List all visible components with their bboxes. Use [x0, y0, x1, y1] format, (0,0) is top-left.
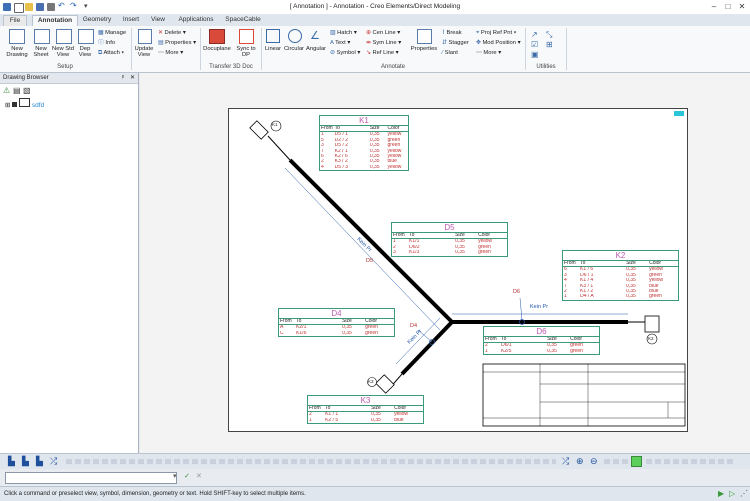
zoom-in-icon[interactable]: ⊕: [576, 456, 584, 467]
table-title: D6: [484, 327, 599, 337]
wire-table-d5[interactable]: D5 From To Size Color 1 K1/1 0,35 yellow 2 D6/2…: [391, 222, 508, 257]
wire-table: From To Size Color 2 K1 / 1 0,35 yellow 1 K2 / …: [308, 406, 423, 423]
table-cell: 0,35: [342, 330, 352, 336]
continue-icon[interactable]: ▷: [729, 487, 735, 501]
zoom-out-icon[interactable]: ⊖: [590, 456, 598, 467]
toolbar-filler: [646, 459, 736, 464]
connector-label-d4: D4: [410, 323, 418, 329]
connector-label-k3: K3: [368, 379, 374, 384]
table-cell: 4: [321, 164, 324, 170]
table-cell: 0,35: [369, 164, 380, 170]
cable-segment[interactable]: [400, 320, 454, 376]
toolbar-filler: [604, 459, 628, 464]
command-row: ▾ ✓ ✕: [0, 469, 750, 486]
command-dropdown-icon[interactable]: ▾: [173, 472, 177, 480]
table-cell: 0,35: [626, 294, 636, 300]
command-input[interactable]: [5, 472, 177, 484]
table-row: 1 K2 / 5 0,35 blue: [308, 418, 423, 423]
table-cell: 3: [393, 250, 396, 256]
table-row: C K1/6 0,35 green: [279, 331, 394, 336]
layer-up-icon[interactable]: ▙: [22, 456, 29, 467]
wire-table: From To Size Color 1 K1/1 0,35 yellow 2 D6/2 0,3…: [392, 233, 507, 256]
connector-k1-symbol[interactable]: [249, 120, 269, 140]
table-cell: C: [280, 330, 284, 336]
table-row: 4 D5 / 3 0,35 yellow: [320, 165, 408, 170]
connector-label-d6: D6: [513, 289, 521, 295]
connector-k3-symbol[interactable]: [375, 374, 395, 394]
table-cell: K2/5: [501, 348, 512, 354]
table-row: 3 K1/3 0,35 green: [392, 250, 507, 255]
layer-down-icon[interactable]: ▙: [36, 456, 43, 467]
connector-label-k2: K2: [648, 336, 654, 341]
wire-table-d6[interactable]: D6 From To Size Color 2 D6/1 0,35 green 1 K2/5 0…: [483, 326, 600, 356]
table-cell: 0,35: [371, 417, 381, 423]
table-title: K1: [320, 116, 408, 126]
table-title: K3: [308, 396, 423, 406]
connector-label-k1: K1: [272, 122, 278, 127]
wire-table: From To Size Color 6 K1 / 6 0,35 yellow 3 D6 / …: [563, 261, 678, 300]
table-cell: yellow: [387, 164, 402, 170]
wire-table: From To Size Color 1 D5 / 1 0,35 yellow 5 D2 / …: [320, 126, 408, 170]
wire-table-d4[interactable]: D4 From To Size Color A K2/1 0,35 green C K1/6 0…: [278, 308, 395, 338]
resize-grip-icon[interactable]: ⋰: [740, 487, 748, 501]
table-cell: 1: [485, 348, 488, 354]
table-title: D4: [279, 309, 394, 319]
cable-length-label: Kein Pr: [530, 304, 549, 310]
wire-table: From To Size Color 2 D6/1 0,35 green 1 K2/5 0,35…: [484, 337, 599, 354]
table-cell: 1: [564, 294, 567, 300]
table-cell: 0,35: [455, 250, 465, 256]
measure-icon[interactable]: ⤮: [50, 456, 57, 467]
layer-icon[interactable]: ▙: [8, 456, 15, 467]
table-cell: K1/6: [296, 330, 307, 336]
wire-table-k3[interactable]: K3 From To Size Color 2 K1 / 1 0,35 yellow 1 K2…: [307, 395, 424, 425]
table-cell: green: [570, 348, 583, 354]
table-cell: green: [478, 250, 491, 256]
wire-table-k2[interactable]: K2 From To Size Color 6 K1 / 6 0,35 yellow 3 D6…: [562, 250, 679, 301]
table-title: D5: [392, 223, 507, 233]
wire-table: From To Size Color A K2/1 0,35 green C K1/6 0,35…: [279, 319, 394, 336]
command-confirm-icon[interactable]: ✓: [184, 472, 190, 480]
table-title: K2: [563, 251, 678, 261]
toolbar-filler: [66, 459, 556, 464]
table-cell: D4 / A: [580, 294, 594, 300]
status-bar: Click a command or preselect view, symbo…: [0, 486, 750, 501]
table-cell: D5 / 3: [334, 164, 349, 170]
viewport-toolbar: ▙ ▙ ▙ ⤮ ⤮ ⊕ ⊖: [0, 453, 750, 470]
connector-lead: [267, 135, 291, 161]
wire-table-k1[interactable]: K1 From To Size Color 1 D5 / 1 0,35 yellow 5 D2…: [319, 115, 409, 172]
table-cell: K1/3: [409, 250, 420, 256]
table-cell: blue: [394, 417, 404, 423]
table-cell: K2 / 5: [325, 417, 339, 423]
dimension-line: [519, 297, 523, 321]
table-row: 1 D4 / A 0,35 green: [563, 294, 678, 299]
fit-icon[interactable]: ⤮: [562, 456, 569, 467]
table-header: From: [320, 126, 334, 133]
status-message: Click a command or preselect view, symbo…: [4, 491, 306, 497]
connector-k2-symbol[interactable]: [644, 315, 660, 333]
table-cell: 1: [309, 417, 312, 423]
connector-label-d5: D5: [366, 258, 374, 264]
table-row: 1 K2/5 0,35 green: [484, 349, 599, 354]
command-cancel-icon[interactable]: ✕: [196, 472, 202, 480]
table-cell: green: [365, 330, 378, 336]
table-cell: 0,35: [547, 348, 557, 354]
title-block[interactable]: [482, 363, 686, 427]
run-icon[interactable]: ▶: [718, 487, 724, 501]
display-mode-icon[interactable]: [631, 456, 642, 467]
table-cell: green: [649, 294, 662, 300]
